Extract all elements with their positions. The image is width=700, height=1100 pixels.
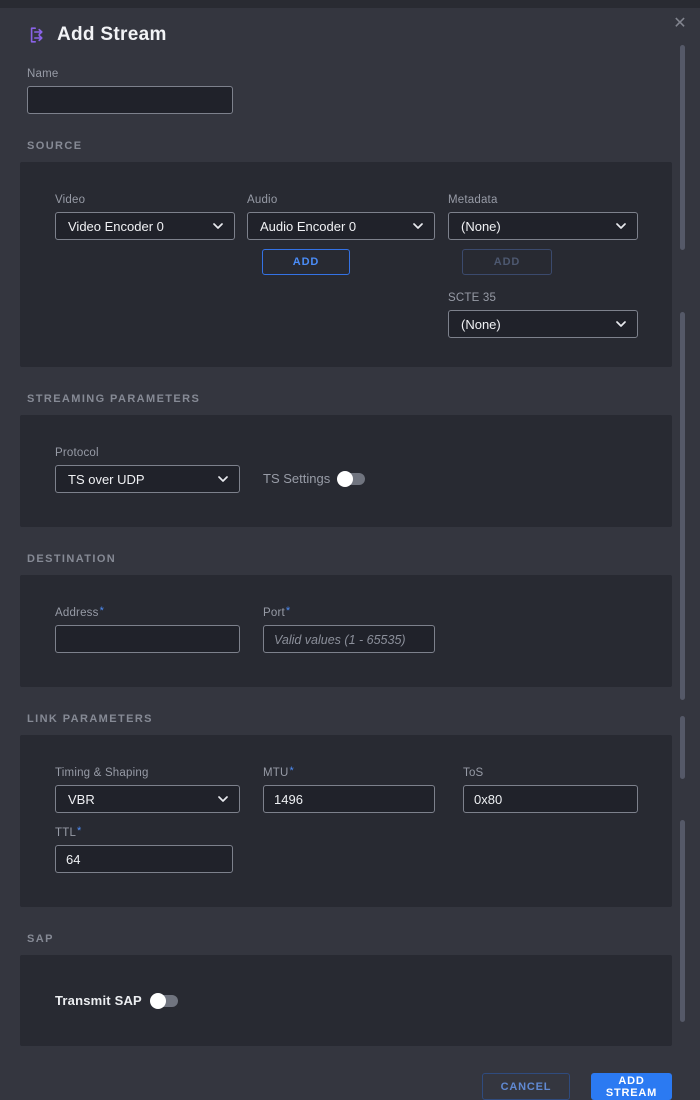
- section-title-sap: SAP: [27, 933, 672, 945]
- dialog-header: Add Stream: [27, 24, 672, 46]
- address-label: Address*: [55, 607, 240, 619]
- port-label: Port*: [263, 607, 435, 619]
- section-title-link: LINK PARAMETERS: [27, 713, 672, 725]
- ttl-input[interactable]: [55, 845, 233, 873]
- mtu-input[interactable]: [263, 785, 435, 813]
- chevron-down-icon: [616, 223, 626, 229]
- transmit-sap-label: Transmit SAP: [55, 993, 142, 1008]
- timing-shaping-select[interactable]: VBR: [55, 785, 240, 813]
- video-select[interactable]: Video Encoder 0: [55, 212, 235, 240]
- toggle-knob: [337, 471, 353, 487]
- section-title-destination: DESTINATION: [27, 553, 672, 565]
- scrollbar-thumb[interactable]: [680, 716, 685, 779]
- chevron-down-icon: [413, 223, 423, 229]
- required-asterisk: *: [100, 605, 104, 617]
- address-input[interactable]: [55, 625, 240, 653]
- audio-label: Audio: [247, 194, 435, 206]
- metadata-label: Metadata: [448, 194, 638, 206]
- chevron-down-icon: [213, 223, 223, 229]
- ts-settings-label: TS Settings: [263, 471, 330, 486]
- scrollbar-thumb[interactable]: [680, 820, 685, 1022]
- add-stream-button[interactable]: ADD STREAM: [591, 1073, 672, 1100]
- scrollbar-thumb[interactable]: [680, 312, 685, 700]
- scte35-select[interactable]: (None): [448, 310, 638, 338]
- stream-out-icon: [27, 25, 47, 45]
- metadata-select[interactable]: (None): [448, 212, 638, 240]
- tos-input[interactable]: [463, 785, 638, 813]
- video-label: Video: [55, 194, 235, 206]
- sap-panel: Transmit SAP: [20, 955, 672, 1046]
- section-title-streaming: STREAMING PARAMETERS: [27, 393, 672, 405]
- page-title: Add Stream: [57, 24, 167, 46]
- dialog-footer: CANCEL ADD STREAM: [20, 1073, 672, 1100]
- link-panel: Timing & Shaping VBR MTU* ToS TTL*: [20, 735, 672, 907]
- section-title-source: SOURCE: [27, 140, 672, 152]
- required-asterisk: *: [77, 825, 81, 837]
- name-input[interactable]: [27, 86, 233, 114]
- chevron-down-icon: [218, 796, 228, 802]
- streaming-panel: Protocol TS over UDP TS Settings: [20, 415, 672, 527]
- source-panel: Video Video Encoder 0 Audio Audio Encode…: [20, 162, 672, 367]
- add-metadata-button-disabled: ADD: [462, 249, 552, 275]
- transmit-sap-toggle[interactable]: [152, 995, 178, 1007]
- name-label: Name: [27, 68, 233, 80]
- required-asterisk: *: [286, 605, 290, 617]
- port-input[interactable]: [263, 625, 435, 653]
- protocol-label: Protocol: [55, 447, 240, 459]
- cancel-button[interactable]: CANCEL: [482, 1073, 570, 1100]
- add-audio-button[interactable]: ADD: [262, 249, 350, 275]
- toggle-knob: [150, 993, 166, 1009]
- tos-label: ToS: [463, 767, 638, 779]
- protocol-select[interactable]: TS over UDP: [55, 465, 240, 493]
- add-stream-dialog: ✕ Add Stream Name SOURCE Video Video Enc…: [0, 8, 700, 1100]
- scte35-label: SCTE 35: [448, 292, 638, 304]
- ttl-label: TTL*: [55, 827, 233, 839]
- chevron-down-icon: [616, 321, 626, 327]
- destination-panel: Address* Port*: [20, 575, 672, 687]
- close-icon[interactable]: ✕: [668, 12, 692, 36]
- audio-select[interactable]: Audio Encoder 0: [247, 212, 435, 240]
- required-asterisk: *: [290, 765, 294, 777]
- timing-shaping-label: Timing & Shaping: [55, 767, 240, 779]
- chevron-down-icon: [218, 476, 228, 482]
- scrollbar-thumb[interactable]: [680, 45, 685, 250]
- ts-settings-toggle[interactable]: [339, 473, 365, 485]
- mtu-label: MTU*: [263, 767, 435, 779]
